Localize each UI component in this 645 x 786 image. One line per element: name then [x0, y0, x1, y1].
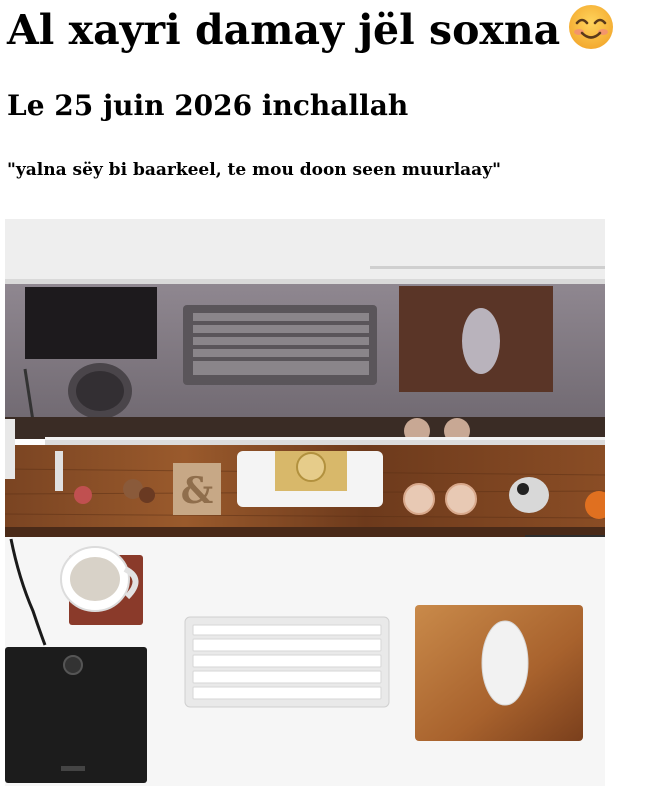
svg-text:&: & [181, 470, 214, 512]
blessing-quote: "yalna sëy bi baarkeel, te mou doon seen… [7, 160, 501, 180]
desk-photo: & [5, 219, 605, 786]
smiling-face-icon [569, 5, 614, 49]
page: Al xayri damay jël soxna Le 25 juin 2026… [0, 0, 645, 786]
date-subheading: Le 25 juin 2026 inchallah [7, 89, 409, 122]
page-title-text: Al xayri damay jël soxna [7, 6, 561, 54]
page-title: Al xayri damay jël soxna [7, 4, 614, 55]
desk-photo-illustration: & [5, 219, 605, 786]
